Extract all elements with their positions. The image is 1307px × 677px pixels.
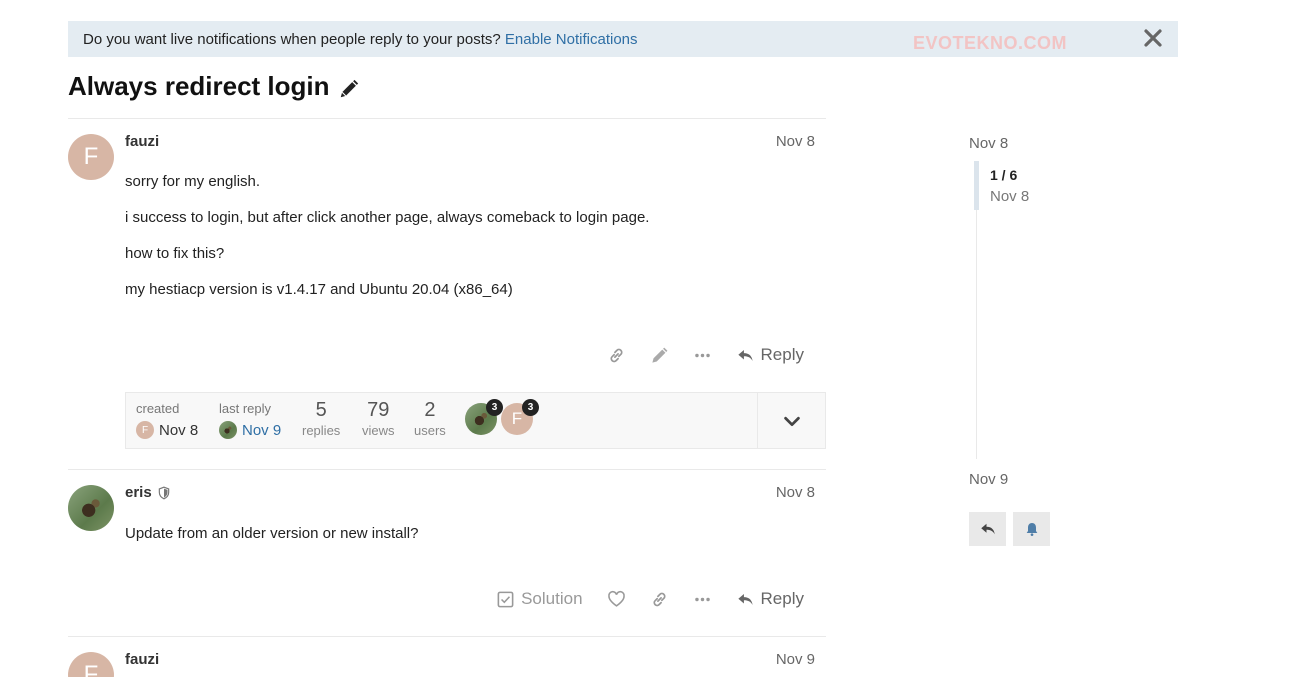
timeline-end-date[interactable]: Nov 9 [969, 471, 1008, 488]
reply-button[interactable]: Reply [724, 583, 816, 615]
post-actions: Solution Reply [484, 583, 816, 615]
topic-title: Always redirect login [68, 71, 330, 101]
post-paragraph: sorry for my english. [125, 173, 261, 190]
divider [68, 636, 826, 637]
post-body: Update from an older version or new inst… [125, 523, 418, 559]
timeline-start-date[interactable]: Nov 8 [969, 135, 1008, 152]
notification-text: Do you want live notifications when peop… [83, 31, 501, 48]
pencil-icon[interactable] [338, 76, 360, 98]
more-button[interactable] [681, 339, 724, 371]
timeline-notification-button[interactable] [1013, 512, 1050, 546]
stat-users: 2 users [414, 399, 446, 438]
last-reply-info[interactable]: last reply Nov 9 [219, 401, 281, 439]
created-info: created F Nov 8 [136, 401, 199, 439]
timeline-position-date: Nov 8 [990, 188, 1030, 205]
stat-replies: 5 replies [302, 399, 341, 438]
bell-icon [1026, 523, 1037, 536]
post-username[interactable]: fauzi [125, 133, 159, 150]
post-date[interactable]: Nov 8 [776, 484, 815, 501]
reply-icon [737, 349, 753, 361]
reply-icon [980, 523, 995, 535]
link-icon [610, 348, 623, 362]
avatar[interactable] [68, 485, 114, 531]
post-count-badge: 3 [522, 399, 539, 416]
heart-icon [607, 590, 625, 607]
pencil-icon [651, 347, 667, 363]
edit-button[interactable] [638, 339, 681, 371]
post-count-badge: 3 [486, 399, 503, 416]
post-date[interactable]: Nov 9 [776, 651, 815, 668]
like-button[interactable] [595, 583, 638, 615]
post-paragraph: Update from an older version or new inst… [125, 525, 419, 542]
created-date: Nov 8 [159, 421, 199, 439]
ellipsis-icon [694, 353, 710, 357]
avatar[interactable]: F [68, 134, 114, 180]
avatar [219, 421, 237, 439]
post-paragraph: i success to login, but after click anot… [125, 209, 650, 226]
ellipsis-icon [694, 597, 710, 601]
participant-avatar[interactable]: 3 [465, 399, 503, 435]
close-icon[interactable] [1142, 27, 1164, 49]
divider [68, 469, 826, 470]
watermark: EVOTEKNO.COM [913, 33, 1068, 53]
link-icon [653, 592, 666, 606]
avatar: F [136, 421, 154, 439]
post-paragraph: how to fix this? [125, 245, 225, 262]
chevron-down-icon [783, 416, 800, 426]
post-username[interactable]: fauzi [125, 651, 159, 668]
last-reply-date[interactable]: Nov 9 [242, 422, 281, 439]
more-button[interactable] [681, 583, 724, 615]
page-title: Always redirect login [68, 71, 360, 102]
solution-button[interactable]: Solution [484, 583, 594, 615]
link-button[interactable] [595, 339, 638, 371]
link-button[interactable] [638, 583, 681, 615]
timeline-handle[interactable] [974, 161, 979, 210]
expand-button[interactable] [757, 393, 825, 448]
notification-banner: Do you want live notifications when peop… [68, 21, 1178, 57]
stat-views: 79 views [362, 399, 395, 438]
divider [68, 118, 826, 119]
timeline-reply-button[interactable] [969, 512, 1006, 546]
checkbox-icon [497, 591, 514, 607]
post-body: sorry for my english. i success to login… [125, 171, 649, 315]
post-date[interactable]: Nov 8 [776, 133, 815, 150]
post-paragraph: my hestiacp version is v1.4.17 and Ubunt… [125, 281, 513, 298]
avatar[interactable]: F [68, 652, 114, 677]
post-actions: Reply [595, 339, 816, 371]
topic-map: created F Nov 8 last reply Nov 9 5 repli… [125, 392, 826, 449]
enable-notifications-link[interactable]: Enable Notifications [505, 31, 638, 48]
reply-button[interactable]: Reply [724, 339, 816, 371]
participant-avatar[interactable]: F 3 [501, 399, 539, 435]
post-username[interactable]: eris [125, 484, 171, 501]
shield-icon [158, 486, 169, 499]
timeline-position: 1 / 6 [990, 167, 1018, 183]
reply-icon [737, 593, 753, 605]
